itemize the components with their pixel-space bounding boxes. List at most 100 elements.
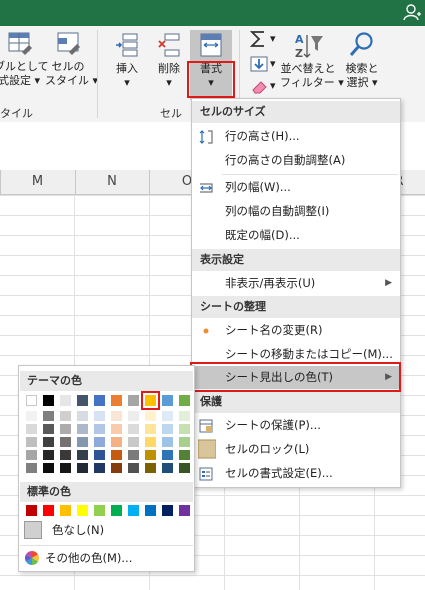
theme-shade-swatch[interactable] xyxy=(111,424,122,434)
theme-shade-swatch[interactable] xyxy=(179,424,190,434)
theme-shade-swatch[interactable] xyxy=(162,437,173,447)
menu-hide-unhide[interactable]: 非表示/再表示(U) ▶ xyxy=(192,272,400,295)
theme-shade-swatch[interactable] xyxy=(179,411,190,421)
theme-shade-swatch[interactable] xyxy=(145,424,156,434)
theme-color-swatch[interactable] xyxy=(111,395,122,406)
theme-shade-swatch[interactable] xyxy=(111,450,122,460)
theme-shade-swatch[interactable] xyxy=(26,424,37,434)
cells-group-label: セル xyxy=(160,107,182,120)
theme-shade-swatch[interactable] xyxy=(43,437,54,447)
theme-shade-swatch[interactable] xyxy=(145,463,156,473)
theme-shade-swatch[interactable] xyxy=(94,437,105,447)
theme-shade-swatch[interactable] xyxy=(43,463,54,473)
theme-shade-swatch[interactable] xyxy=(162,463,173,473)
menu-autofit-column[interactable]: 列の幅の自動調整(I) xyxy=(192,200,400,223)
eraser-icon[interactable] xyxy=(250,78,268,94)
theme-shade-swatch[interactable] xyxy=(145,450,156,460)
menu-format-cells[interactable]: セルの書式設定(E)... xyxy=(192,462,400,485)
standard-color-swatch[interactable] xyxy=(77,505,88,516)
theme-shade-swatch[interactable] xyxy=(94,450,105,460)
user-add-icon[interactable] xyxy=(403,3,421,21)
theme-shade-swatch[interactable] xyxy=(111,463,122,473)
column-header-n[interactable]: N xyxy=(75,170,150,194)
theme-shade-swatch[interactable] xyxy=(60,424,71,434)
theme-shade-swatch[interactable] xyxy=(94,424,105,434)
theme-shade-swatch[interactable] xyxy=(77,424,88,434)
theme-shade-swatch[interactable] xyxy=(128,424,139,434)
insert-button[interactable]: 挿入 ▾ xyxy=(106,30,148,90)
theme-shade-swatch[interactable] xyxy=(60,437,71,447)
menu-row-height[interactable]: 行の高さ(H)... xyxy=(192,125,400,148)
theme-shade-swatch[interactable] xyxy=(179,437,190,447)
theme-shade-swatch[interactable] xyxy=(111,437,122,447)
theme-color-swatch[interactable] xyxy=(43,395,54,406)
chevron-down-icon[interactable]: ▾ xyxy=(270,79,276,92)
menu-default-width[interactable]: 既定の幅(D)... xyxy=(192,224,400,247)
theme-shade-swatch[interactable] xyxy=(128,411,139,421)
theme-shade-swatch[interactable] xyxy=(60,450,71,460)
find-select-button[interactable]: 検索と 選択 ▾ xyxy=(339,30,385,90)
theme-shade-swatch[interactable] xyxy=(43,411,54,421)
delete-button[interactable]: 削除 ▾ xyxy=(148,30,190,90)
chevron-down-icon[interactable]: ▾ xyxy=(270,57,276,70)
theme-shade-swatch[interactable] xyxy=(128,437,139,447)
theme-shade-swatch[interactable] xyxy=(26,437,37,447)
protect-sheet-icon xyxy=(199,419,213,433)
theme-color-swatch[interactable] xyxy=(128,395,139,406)
theme-shade-swatch[interactable] xyxy=(94,411,105,421)
theme-shade-swatch[interactable] xyxy=(26,463,37,473)
theme-shade-swatch[interactable] xyxy=(162,411,173,421)
standard-color-swatch[interactable] xyxy=(43,505,54,516)
standard-color-swatch[interactable] xyxy=(128,505,139,516)
theme-color-swatch[interactable] xyxy=(60,395,71,406)
theme-shade-swatch[interactable] xyxy=(26,450,37,460)
theme-shade-swatch[interactable] xyxy=(43,450,54,460)
format-as-table-button[interactable]: ブルとして 式設定 ▾ xyxy=(0,30,49,88)
theme-shade-swatch[interactable] xyxy=(60,411,71,421)
theme-shade-swatch[interactable] xyxy=(128,450,139,460)
standard-color-swatch[interactable] xyxy=(179,505,190,516)
theme-shade-swatch[interactable] xyxy=(162,424,173,434)
cell-styles-label-1: セルの xyxy=(51,60,85,73)
standard-color-swatch[interactable] xyxy=(26,505,37,516)
standard-color-swatch[interactable] xyxy=(145,505,156,516)
autosum-icon[interactable] xyxy=(249,30,269,48)
theme-shade-swatch[interactable] xyxy=(26,411,37,421)
theme-shade-swatch[interactable] xyxy=(145,437,156,447)
more-colors-option[interactable]: その他の色(M)... xyxy=(25,550,132,566)
theme-color-swatch[interactable] xyxy=(179,395,190,406)
theme-shade-swatch[interactable] xyxy=(179,463,190,473)
standard-color-swatch[interactable] xyxy=(94,505,105,516)
menu-column-width[interactable]: 列の幅(W)... xyxy=(192,176,400,199)
theme-shade-swatch[interactable] xyxy=(179,450,190,460)
menu-lock-cell[interactable]: セルのロック(L) xyxy=(192,438,400,461)
chevron-down-icon[interactable]: ▾ xyxy=(270,32,276,45)
fill-down-icon[interactable] xyxy=(250,56,268,72)
cell-styles-button[interactable]: セルの スタイル ▾ xyxy=(45,30,98,88)
standard-color-swatch[interactable] xyxy=(111,505,122,516)
theme-shade-swatch[interactable] xyxy=(60,463,71,473)
theme-shade-swatch[interactable] xyxy=(128,463,139,473)
theme-color-swatch[interactable] xyxy=(77,395,88,406)
theme-shade-swatch[interactable] xyxy=(162,450,173,460)
delete-cells-icon xyxy=(158,33,180,57)
theme-shade-swatch[interactable] xyxy=(145,411,156,421)
theme-color-swatch[interactable] xyxy=(162,395,173,406)
theme-shade-swatch[interactable] xyxy=(77,437,88,447)
sort-filter-button[interactable]: A Z 並べ替えと フィルター ▾ xyxy=(280,30,344,90)
theme-color-swatch[interactable] xyxy=(26,395,37,406)
standard-color-swatch[interactable] xyxy=(162,505,173,516)
menu-protect-sheet[interactable]: シートの保護(P)... xyxy=(192,414,400,437)
theme-shade-swatch[interactable] xyxy=(77,463,88,473)
standard-color-swatch[interactable] xyxy=(60,505,71,516)
theme-shade-swatch[interactable] xyxy=(111,411,122,421)
theme-shade-swatch[interactable] xyxy=(43,424,54,434)
theme-shade-swatch[interactable] xyxy=(77,411,88,421)
theme-shade-swatch[interactable] xyxy=(94,463,105,473)
no-color-option[interactable]: 色なし(N) xyxy=(24,521,104,541)
column-header-m[interactable]: M xyxy=(0,170,76,194)
theme-color-swatch[interactable] xyxy=(94,395,105,406)
theme-shade-swatch[interactable] xyxy=(77,450,88,460)
menu-autofit-row[interactable]: 行の高さの自動調整(A) xyxy=(192,149,400,172)
menu-rename-sheet[interactable]: シート名の変更(R) xyxy=(192,319,400,342)
